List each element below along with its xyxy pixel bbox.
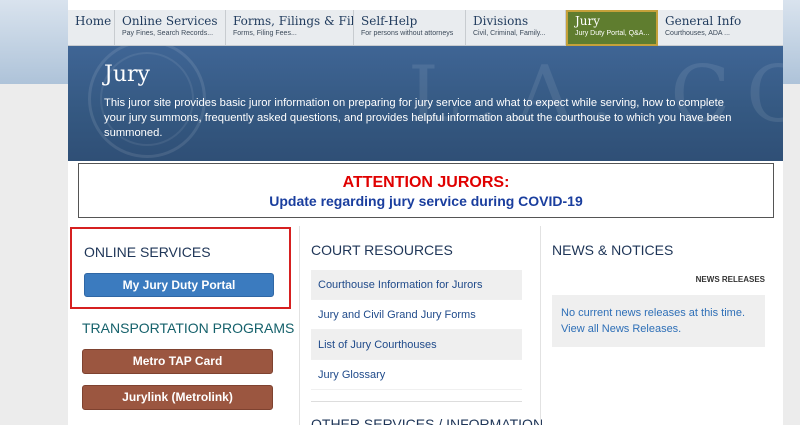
court-resources-list: Courthouse Information for Jurors Jury a… (311, 270, 522, 390)
news-releases-heading: NEWS RELEASES (695, 275, 765, 284)
nav-divisions-title: Divisions (473, 14, 529, 28)
nav-general-info[interactable]: General Info Courthouses, ADA ... (658, 10, 783, 46)
header-left-strip (0, 0, 68, 84)
nav-online-services-title: Online Services (122, 14, 218, 28)
nav-self-help-title: Self-Help (361, 14, 418, 28)
nav-online-services[interactable]: Online Services Pay Fines, Search Record… (115, 10, 226, 46)
attention-headline: ATTENTION JURORS: (342, 174, 510, 191)
nav-home[interactable]: Home (68, 10, 115, 46)
attention-banner: ATTENTION JURORS: Update regarding jury … (78, 163, 774, 218)
column-divider-left (299, 226, 300, 425)
jurylink-button[interactable]: Jurylink (Metrolink) (82, 385, 273, 410)
link-jury-forms[interactable]: Jury and Civil Grand Jury Forms (311, 300, 522, 330)
column-divider-right (540, 226, 541, 425)
hero-description: This juror site provides basic juror inf… (104, 97, 732, 139)
nav-divisions-sub: Civil, Criminal, Family... (473, 30, 546, 37)
nav-online-services-sub: Pay Fines, Search Records... (122, 30, 214, 37)
main-nav: Home Online Services Pay Fines, Search R… (68, 10, 783, 46)
other-services-divider (311, 401, 522, 402)
hero-banner: L.A. COURT Jury This juror site provides… (68, 46, 783, 161)
nav-forms-sub: Forms, Filing Fees... (233, 30, 297, 37)
link-jury-glossary[interactable]: Jury Glossary (311, 360, 522, 390)
link-courthouse-info[interactable]: Courthouse Information for Jurors (311, 270, 522, 300)
nav-home-title: Home (75, 14, 112, 28)
other-services-title: OTHER SERVICES / INFORMATION (311, 416, 544, 425)
nav-jury-sub: Jury Duty Portal, Q&A... (575, 30, 650, 37)
nav-jury[interactable]: Jury Jury Duty Portal, Q&A... (566, 10, 658, 46)
page-content: Home Online Services Pay Fines, Search R… (68, 0, 783, 425)
nav-forms[interactable]: Forms, Filings & Files Forms, Filing Fee… (226, 10, 354, 46)
link-jury-courthouses[interactable]: List of Jury Courthouses (311, 330, 522, 360)
online-services-title: ONLINE SERVICES (84, 244, 211, 260)
news-releases-box: No current news releases at this time. V… (552, 295, 765, 347)
nav-general-info-sub: Courthouses, ADA ... (665, 30, 730, 37)
metro-tap-card-button[interactable]: Metro TAP Card (82, 349, 273, 374)
transportation-title: TRANSPORTATION PROGRAMS (82, 320, 295, 336)
nav-self-help-sub: For persons without attorneys (361, 30, 454, 37)
court-resources-title: COURT RESOURCES (311, 242, 453, 258)
nav-jury-title: Jury (575, 14, 601, 28)
covid-update-link[interactable]: Update regarding jury service during COV… (79, 193, 773, 209)
page-title: Jury (104, 62, 150, 87)
header-right-strip (782, 0, 800, 84)
nav-self-help[interactable]: Self-Help For persons without attorneys (354, 10, 466, 46)
news-releases-message[interactable]: No current news releases at this time. V… (561, 305, 756, 337)
jury-duty-portal-button[interactable]: My Jury Duty Portal (84, 273, 274, 297)
nav-forms-title: Forms, Filings & Files (233, 14, 353, 28)
online-services-box: ONLINE SERVICES My Jury Duty Portal (70, 227, 291, 309)
nav-general-info-title: General Info (665, 14, 742, 28)
nav-divisions[interactable]: Divisions Civil, Criminal, Family... (466, 10, 566, 46)
news-notices-title: NEWS & NOTICES (552, 242, 674, 258)
